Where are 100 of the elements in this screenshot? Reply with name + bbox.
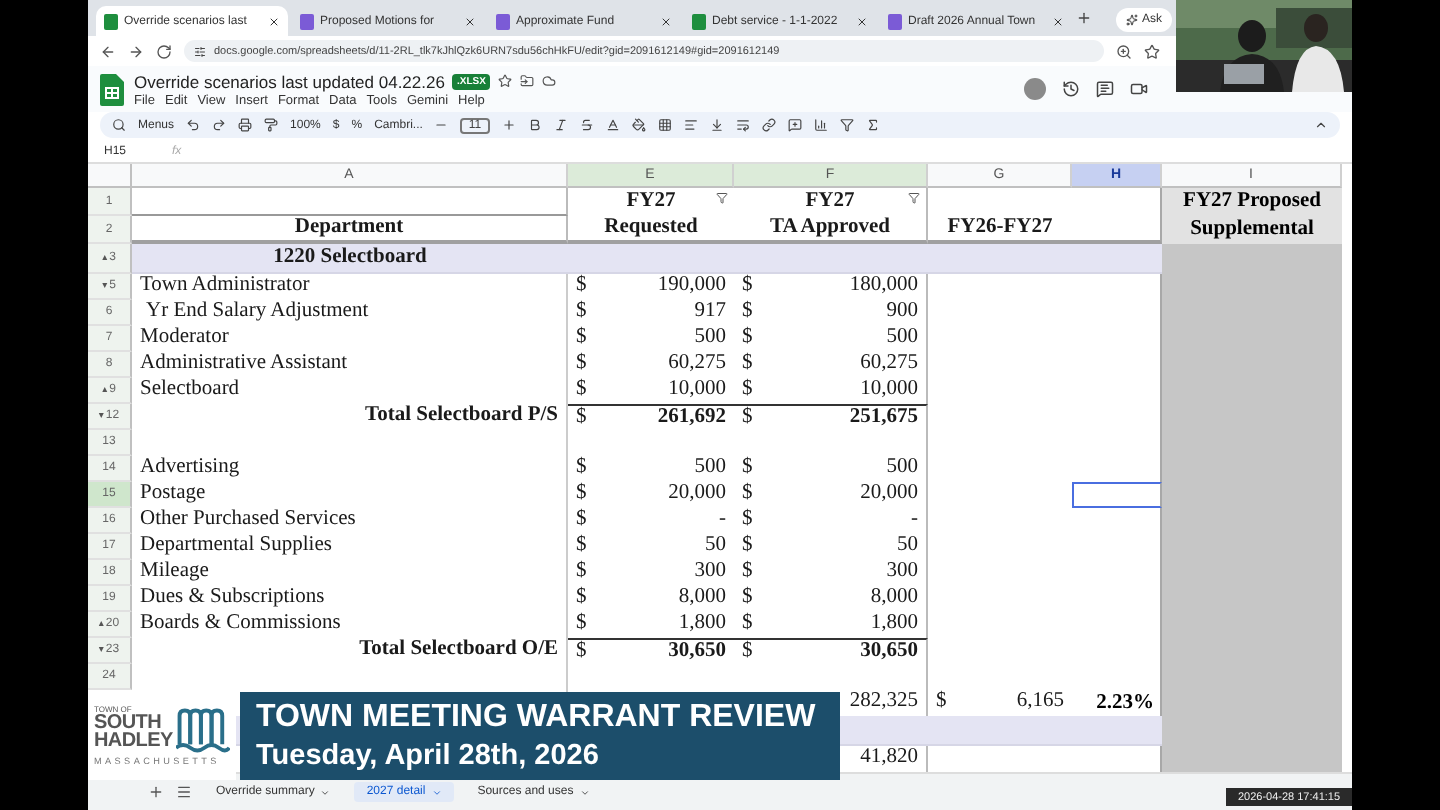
filter-icon[interactable] (839, 118, 854, 132)
table-cell: 10,000 (860, 380, 918, 402)
currency-sign: $ (742, 276, 753, 298)
table-cell: 190,000 (657, 276, 726, 298)
currency-sign: $ (576, 641, 587, 663)
close-icon[interactable] (856, 15, 868, 27)
chart-icon[interactable] (813, 118, 828, 132)
table-cell: 500 (694, 328, 726, 350)
align-icon[interactable] (683, 118, 698, 132)
close-icon[interactable] (464, 15, 476, 27)
table-cell: FY27 Proposed (1183, 191, 1321, 213)
table-cell: Total Selectboard P/S (365, 406, 558, 428)
borders-icon[interactable] (657, 118, 672, 132)
currency-sign: $ (576, 328, 587, 350)
close-icon[interactable] (660, 15, 672, 27)
currency-sign: $ (742, 328, 753, 350)
table-cell: 282,325 (849, 692, 918, 714)
selected-cell (1072, 482, 1162, 508)
currency-sign: $ (742, 354, 753, 376)
table-cell: 300 (694, 562, 726, 584)
currency-sign: $ (576, 302, 587, 324)
history-icon[interactable] (1062, 80, 1080, 98)
paint-format-icon[interactable] (264, 118, 279, 132)
star-icon[interactable] (497, 74, 512, 88)
all-sheets-icon[interactable] (176, 784, 192, 800)
comment-icon[interactable] (1096, 80, 1114, 98)
filter-icon[interactable] (716, 192, 728, 204)
table-cell: Supplemental (1190, 219, 1314, 241)
strikethrough-icon[interactable] (579, 118, 594, 132)
table-cell: FY27 (626, 191, 676, 213)
filter-icon[interactable] (908, 192, 920, 204)
zoom-icon[interactable] (1116, 43, 1132, 59)
currency-sign: $ (742, 641, 753, 663)
fill-color-icon[interactable] (631, 118, 646, 132)
sheets-logo-icon[interactable] (100, 73, 124, 105)
table-cell: Department (294, 217, 404, 239)
table-cell: 1,800 (870, 614, 918, 636)
sigma-icon[interactable] (865, 118, 880, 132)
close-icon[interactable] (268, 15, 280, 27)
currency-sign: $ (576, 536, 587, 558)
sparkle-icon (1125, 14, 1138, 26)
table-cell: 20,000 (668, 484, 726, 506)
site-settings-icon[interactable] (194, 45, 206, 57)
italic-icon[interactable] (553, 118, 568, 132)
corner-cell[interactable] (88, 164, 132, 188)
currency-sign: $ (576, 562, 587, 584)
table-cell: - (911, 510, 918, 532)
table-cell: Postage (140, 484, 206, 506)
currency-sign: $ (742, 562, 753, 584)
caret-icon (579, 787, 590, 797)
add-sheet-icon[interactable] (148, 784, 164, 800)
print-icon[interactable] (238, 118, 253, 132)
back-icon[interactable] (100, 43, 116, 59)
table-cell: FY26-FY27 (947, 217, 1053, 239)
avatar-icon[interactable] (1024, 78, 1046, 100)
document-title[interactable]: Override scenarios last updated 04.22.26 (134, 71, 445, 91)
add-comment-icon[interactable] (787, 118, 802, 132)
table-cell: 50 (897, 536, 918, 558)
table-cell: 251,675 (849, 407, 918, 429)
search-icon[interactable] (112, 118, 126, 132)
currency-sign: $ (742, 588, 753, 610)
bold-icon[interactable] (527, 118, 542, 132)
table-cell: Departmental Supplies (140, 536, 332, 558)
new-tab-icon[interactable] (1076, 10, 1092, 26)
currency-sign: $ (576, 354, 587, 376)
currency-sign: $ (742, 380, 753, 402)
vertical-align-icon[interactable] (709, 118, 724, 132)
close-icon[interactable] (1052, 15, 1064, 27)
table-cell: 30,650 (668, 641, 726, 663)
table-cell: 500 (694, 458, 726, 480)
currency-sign: $ (742, 407, 753, 429)
table-cell: 60,275 (668, 354, 726, 376)
table-cell: 20,000 (860, 484, 918, 506)
forward-icon[interactable] (128, 43, 144, 59)
cloud-icon[interactable] (541, 74, 556, 88)
table-cell: Total Selectboard O/E (359, 640, 558, 662)
wrap-icon[interactable] (735, 118, 750, 132)
table-cell: Other Purchased Services (140, 510, 356, 532)
video-call-icon[interactable] (1130, 80, 1148, 98)
table-cell: 900 (886, 302, 918, 324)
currency-sign: $ (576, 484, 587, 506)
caret-icon (431, 787, 442, 797)
currency-sign: $ (742, 510, 753, 532)
currency-sign: $ (742, 302, 753, 324)
table-cell: 261,692 (657, 407, 726, 429)
table-cell: FY27 (805, 191, 855, 213)
reload-icon[interactable] (156, 43, 172, 59)
banner-title: TOWN MEETING WARRANT REVIEW (256, 700, 818, 736)
bookmark-star-icon[interactable] (1144, 43, 1160, 59)
undo-icon[interactable] (186, 118, 201, 132)
move-icon[interactable] (519, 74, 534, 88)
table-cell: 10,000 (668, 380, 726, 402)
table-cell: 41,820 (860, 748, 918, 770)
text-color-icon[interactable] (605, 118, 620, 132)
plus-icon[interactable] (501, 118, 516, 132)
collapse-toolbar-icon[interactable] (1314, 118, 1328, 132)
currency-sign: $ (742, 484, 753, 506)
link-icon[interactable] (761, 118, 776, 132)
redo-icon[interactable] (212, 118, 227, 132)
table-cell: 8,000 (870, 588, 918, 610)
